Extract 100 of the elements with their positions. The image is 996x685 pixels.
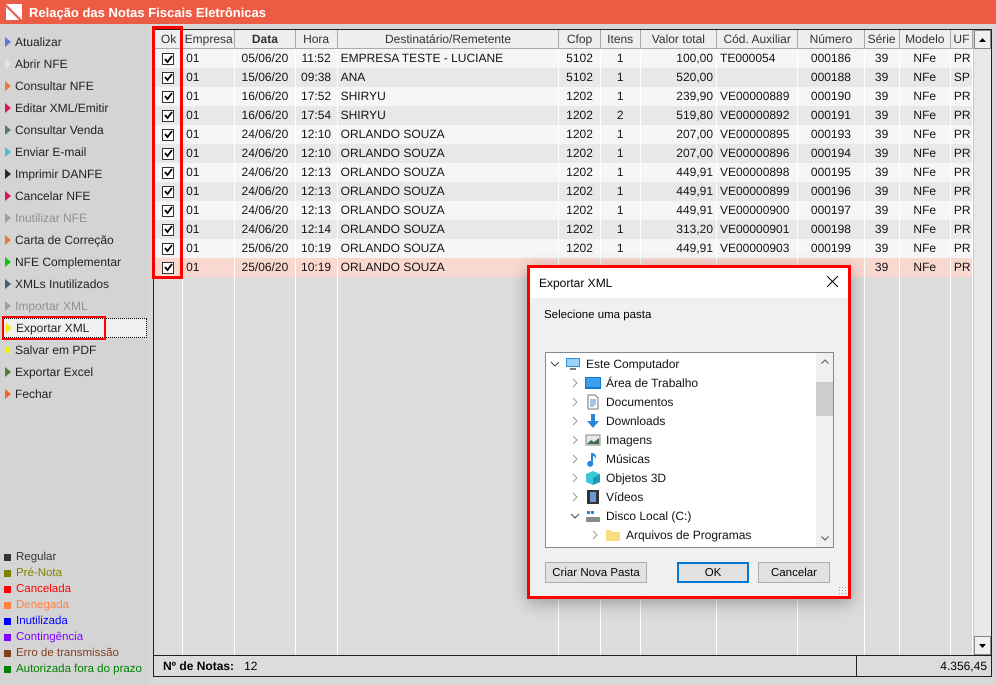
menu-item[interactable]: Salvar em PDF [0, 339, 147, 361]
table-cell: NFe [913, 222, 936, 236]
checkbox[interactable] [162, 166, 174, 179]
checkbox[interactable] [162, 128, 174, 141]
chevron-right-icon[interactable] [570, 472, 580, 482]
column-header[interactable]: Destinatário/Remetente [337, 30, 559, 48]
table-cell: 000191 [810, 108, 851, 122]
checkbox[interactable] [162, 224, 174, 236]
close-icon[interactable] [827, 276, 838, 290]
table-cell: TE000054 [720, 51, 776, 66]
chevron-right-icon[interactable] [570, 434, 580, 444]
menu-item[interactable]: Atualizar [0, 31, 147, 53]
chevron-down-icon[interactable] [550, 360, 560, 366]
menu-item[interactable]: Cancelar NFE [0, 185, 147, 207]
column-header[interactable]: Série [864, 30, 900, 48]
table-cell: VE00000901 [720, 222, 790, 236]
table-cell: 01 [186, 222, 200, 236]
menu-item[interactable]: Enviar E-mail [0, 141, 147, 163]
column-header[interactable]: UF [950, 30, 972, 48]
menu-item[interactable]: Consultar NFE [0, 75, 147, 97]
column-header[interactable]: Modelo [899, 30, 950, 48]
column-header[interactable]: Empresa [182, 30, 235, 48]
documents-icon [585, 394, 601, 410]
checkbox[interactable] [162, 262, 174, 274]
column-header[interactable]: Cfop [558, 30, 600, 48]
table-cell: 449,91 [676, 241, 713, 255]
checkbox[interactable] [162, 72, 174, 84]
table-cell: 39 [874, 222, 888, 236]
dialog-title: Exportar XML [539, 276, 612, 290]
table-cell: 39 [874, 184, 888, 198]
table-cell: NFe [913, 203, 936, 217]
checkbox[interactable] [162, 148, 174, 160]
table-cell: 10:19 [301, 241, 332, 255]
dialog-button[interactable]: OK [677, 562, 749, 583]
column-header[interactable]: Itens [600, 30, 640, 48]
table-cell: 39 [874, 127, 888, 141]
column-header[interactable]: Data [234, 30, 295, 48]
scroll-down-icon[interactable] [974, 636, 991, 655]
tree-item[interactable]: Imagens [546, 430, 816, 449]
column-header[interactable]: Cód. Auxiliar [716, 30, 798, 48]
column-header[interactable]: Valor total [640, 30, 716, 48]
tree-item[interactable]: Músicas [546, 449, 816, 468]
menu-item[interactable]: NFE Complementar [0, 251, 147, 273]
checkbox[interactable] [162, 242, 174, 255]
table-cell: 000195 [810, 165, 851, 179]
chevron-right-icon[interactable] [570, 396, 580, 406]
tree-item[interactable]: Objetos 3D [546, 468, 816, 487]
tree-item[interactable]: Downloads [546, 411, 816, 430]
menu-item[interactable]: XMLs Inutilizados [0, 273, 147, 295]
table-cell: 24/06/20 [242, 222, 288, 236]
table-cell: 000186 [810, 51, 851, 66]
menu-item[interactable]: Exportar XML [3, 318, 147, 338]
logo-icon [6, 4, 22, 20]
table-cell: 17:52 [301, 89, 332, 103]
checkbox[interactable] [162, 53, 174, 66]
column-header[interactable]: Hora [295, 30, 338, 48]
checkbox[interactable] [162, 90, 174, 103]
chevron-right-icon[interactable] [570, 454, 580, 464]
scroll-up-icon[interactable] [974, 30, 991, 49]
menu-item[interactable]: Abrir NFE [0, 53, 147, 75]
tree-item[interactable]: Documentos [546, 392, 816, 411]
table-cell: 1 [616, 70, 624, 84]
table-cell: NFe [913, 146, 936, 160]
chevron-right-icon[interactable] [570, 378, 580, 388]
menu-item[interactable]: Exportar Excel [0, 361, 147, 383]
dialog-button[interactable]: Criar Nova Pasta [545, 562, 647, 583]
menu-item[interactable]: Editar XML/Emitir [0, 97, 147, 119]
table-cell: 12:10 [301, 127, 332, 141]
tree-item[interactable]: Área de Trabalho [546, 373, 816, 392]
chevron-down-icon[interactable] [570, 512, 580, 518]
table-cell: 12:14 [301, 222, 332, 236]
table-cell: 000188 [810, 70, 851, 84]
menu-item[interactable]: Imprimir DANFE [0, 163, 147, 185]
chevron-right-icon[interactable] [570, 416, 580, 426]
menu-item[interactable]: Fechar [0, 383, 147, 405]
legend-label: Autorizada fora do prazo [16, 663, 143, 675]
table-cell: 12:13 [301, 203, 332, 217]
dialog-button[interactable]: Cancelar [758, 562, 830, 583]
tree-item[interactable]: Vídeos [546, 487, 816, 506]
menu-item[interactable]: Consultar Venda [0, 119, 147, 141]
count-label: Nº de Notas: [163, 659, 234, 673]
tree-item[interactable]: Disco Local (C:) [546, 506, 816, 525]
tree-item[interactable]: Este Computador [546, 354, 816, 373]
menu-item[interactable]: Carta de Correção [0, 229, 147, 251]
table-cell: 1 [616, 51, 624, 66]
scrollbar[interactable] [973, 30, 991, 655]
table-cell: VE00000895 [720, 127, 790, 141]
table-cell: 1 [616, 222, 624, 236]
table-cell: 1202 [566, 184, 593, 198]
tree-item[interactable]: Arquivos de Programas [546, 525, 816, 544]
table-cell: 000199 [810, 241, 851, 255]
table-cell: VE00000903 [720, 241, 790, 255]
chevron-right-icon[interactable] [590, 530, 600, 540]
column-header[interactable]: Número [798, 30, 864, 48]
chevron-right-icon[interactable] [570, 492, 580, 502]
checkbox[interactable] [162, 204, 174, 217]
count-value: 12 [244, 659, 258, 673]
scroll-thumb[interactable] [816, 382, 833, 416]
checkbox[interactable] [162, 110, 174, 122]
checkbox[interactable] [162, 186, 174, 198]
